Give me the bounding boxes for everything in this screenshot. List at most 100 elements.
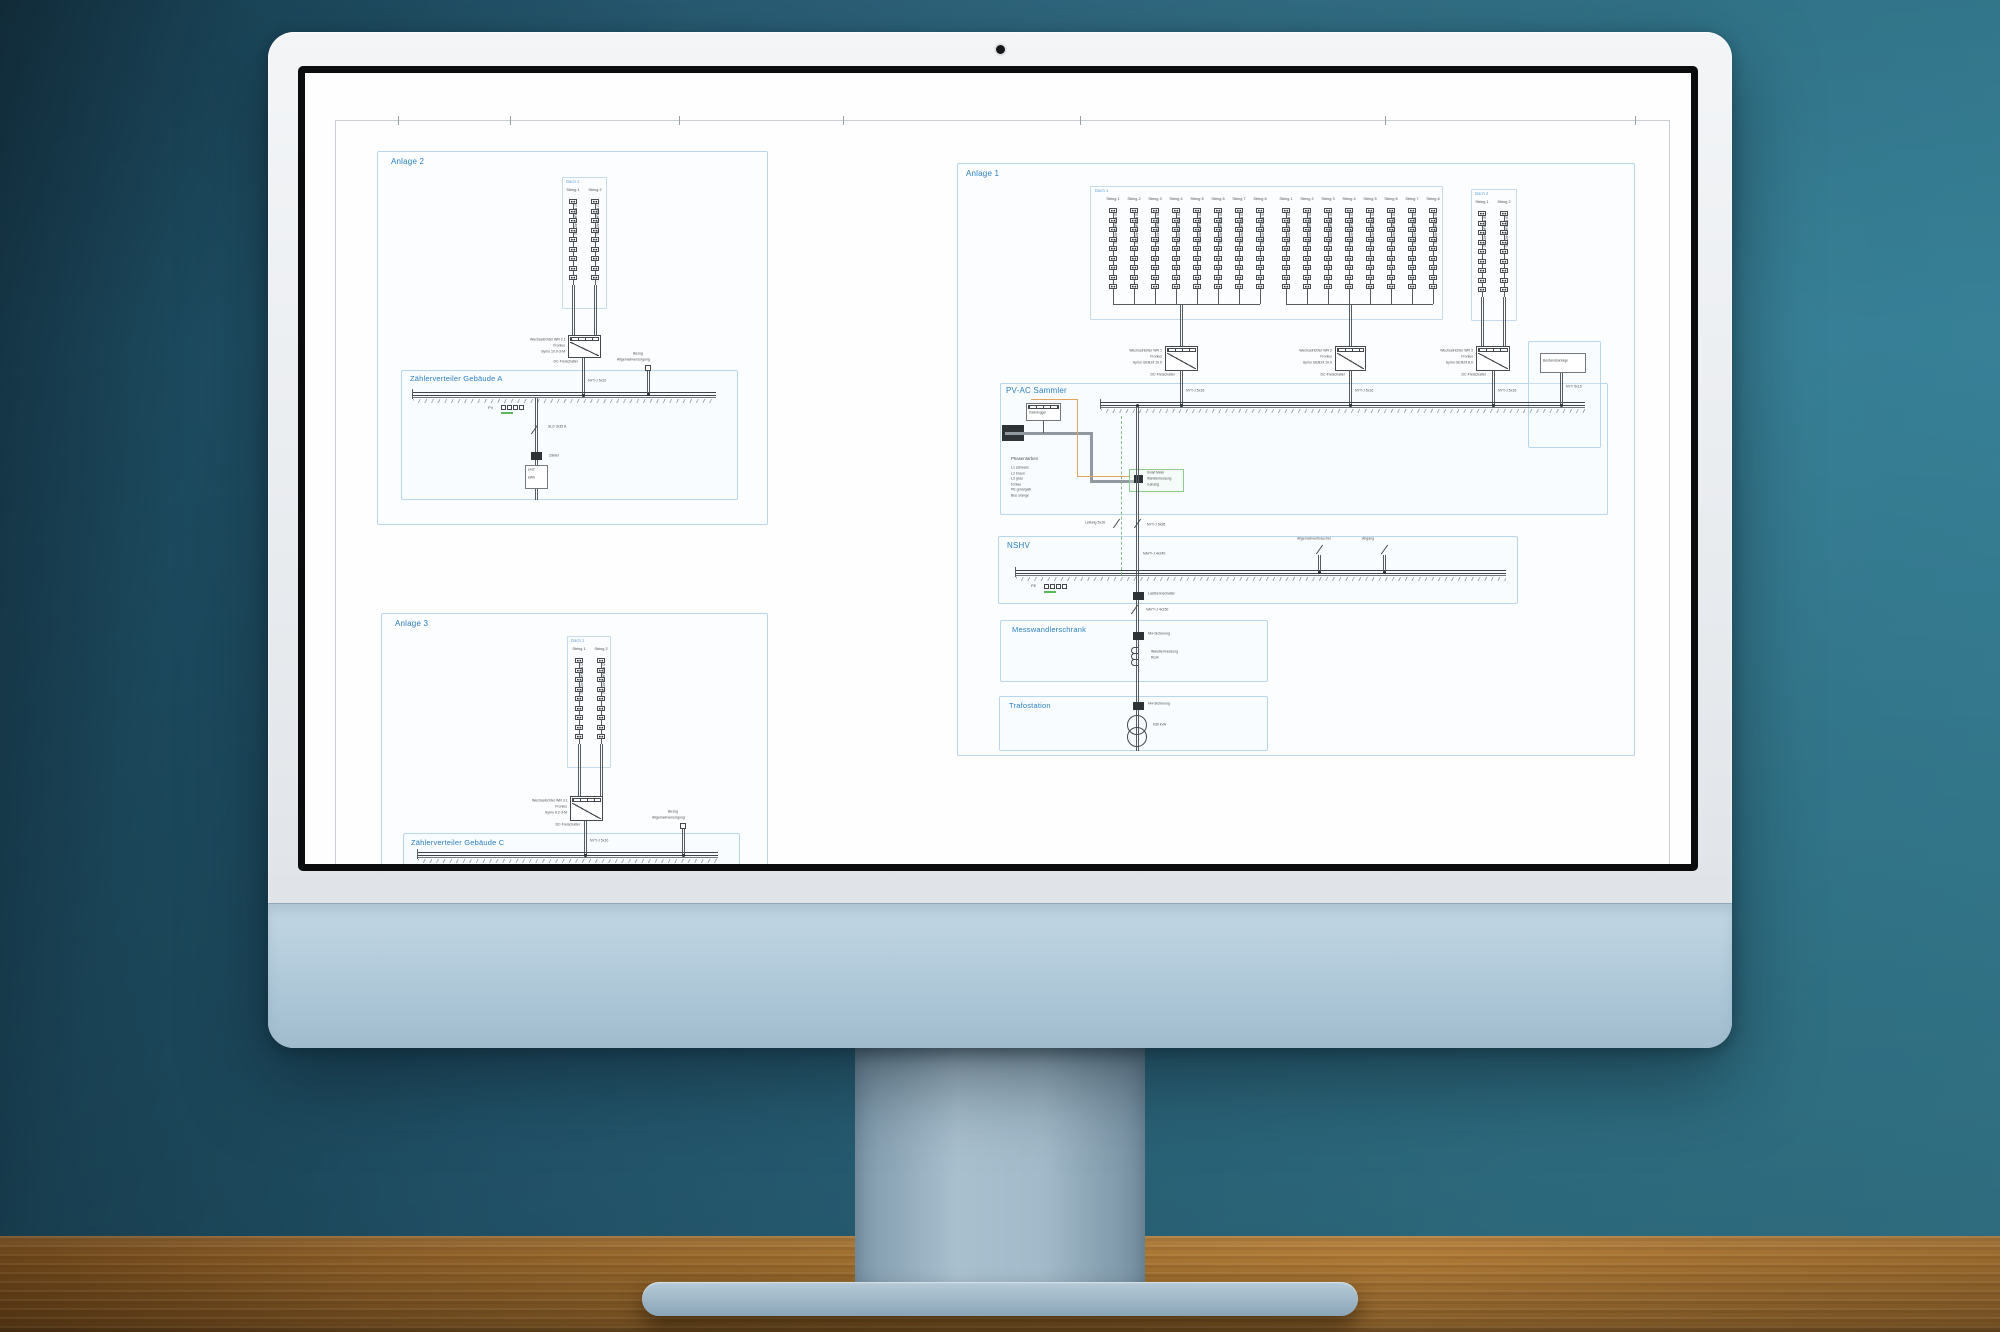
nshv-title: NSHV	[1007, 541, 1030, 550]
nh-fuse-icon[interactable]	[1133, 632, 1144, 640]
inverter-label: Wechselrichter WR 1	[1127, 349, 1162, 353]
pv-module-icon	[1345, 275, 1353, 280]
pv-terminal-label: PV	[488, 406, 493, 411]
pv-module-icon	[1282, 256, 1290, 261]
pv-module-icon	[1366, 284, 1374, 289]
module-note: 20 Module à 405 Wp	[1328, 212, 1332, 244]
dc-main-cable	[1349, 304, 1352, 346]
string-label: String 1	[1279, 197, 1292, 202]
pv-module-icon	[575, 734, 583, 739]
module-note: 20 Module à 405 Wp	[1433, 212, 1437, 244]
module-note: 20 Module à 405 Wp	[1155, 212, 1159, 244]
pv-module-icon	[1345, 265, 1353, 270]
string-dc-cable	[600, 744, 603, 796]
pv-module-icon	[1235, 265, 1243, 270]
junction-dot	[1180, 404, 1183, 407]
pv-module-icon	[1193, 265, 1201, 270]
pv-module-icon	[1256, 256, 1264, 261]
pv-module-icon	[1478, 268, 1486, 273]
busbar-end-tick	[417, 849, 418, 859]
junction-dot	[582, 394, 585, 397]
terminal-square	[1062, 584, 1067, 589]
cable-label: NYY 5x16	[1566, 385, 1582, 389]
pv-module-icon	[1303, 275, 1311, 280]
busbar-end-tick	[1015, 567, 1016, 577]
pv-module-icon	[575, 706, 583, 711]
zv-gebaeude-a-box[interactable]	[401, 370, 738, 500]
string-drop	[1391, 294, 1392, 304]
pv-module-icon	[1256, 275, 1264, 280]
pv-module-icon	[1387, 246, 1395, 251]
feeder-label: Abgang	[1362, 537, 1374, 541]
screen-bezel: Anlage 2 Anlage 3 Anlage 1 Zählerverteil…	[298, 66, 1698, 871]
inverter-label: Wechselrichter WR 3	[1438, 349, 1473, 353]
inverter-label: Fronius	[1127, 355, 1162, 359]
ac-cable	[1349, 371, 1352, 405]
pv-module-icon	[1172, 265, 1180, 270]
pv-module-icon	[1345, 256, 1353, 261]
pv-module-icon	[1429, 265, 1437, 270]
string-label: String 4	[1169, 197, 1182, 202]
terminal-square	[507, 405, 512, 410]
ac-cable	[1180, 371, 1183, 405]
anlage1-strings-box-2[interactable]	[1471, 189, 1517, 321]
cable-label: NAYY-J 4x150	[1146, 608, 1168, 612]
panel-title: Dach 2	[1475, 192, 1488, 197]
pv-module-icon	[1130, 265, 1138, 270]
feed-label: Bezug	[617, 352, 643, 356]
pv-module-icon	[1109, 284, 1117, 289]
inverter-acdc-diagonal	[1167, 353, 1196, 369]
pv-module-icon	[1324, 246, 1332, 251]
string-label: String 2	[588, 188, 601, 193]
terminal-square	[501, 405, 506, 410]
pv-module-icon	[597, 696, 605, 701]
string-label: String 6	[1211, 197, 1224, 202]
smart-meter-note: Smart Meter	[1147, 471, 1164, 475]
string-label: String 1	[1106, 197, 1119, 202]
string-label: String 3	[1148, 197, 1161, 202]
pv-module-icon	[1214, 284, 1222, 289]
anlage2-strings-box[interactable]	[562, 177, 607, 309]
pv-module-icon	[591, 256, 599, 261]
main-riser	[1136, 405, 1139, 751]
pv-module-icon	[1303, 246, 1311, 251]
feed-cable	[682, 829, 685, 855]
string-dc-cable	[572, 285, 575, 335]
ac-cable	[584, 821, 587, 855]
junction-dot	[1318, 571, 1321, 574]
hh-fuse-icon[interactable]	[1133, 702, 1144, 710]
pv-module-icon	[1429, 256, 1437, 261]
ac-cable	[1492, 371, 1495, 405]
lasttrennschalter-icon[interactable]	[1133, 592, 1144, 600]
pv-module-icon	[1408, 275, 1416, 280]
string-drop	[1307, 294, 1308, 304]
string-drop	[1433, 294, 1434, 304]
pv-module-icon	[1366, 265, 1374, 270]
pv-module-icon	[1478, 278, 1486, 283]
inverter-dc-label: DC-Freischalter	[1321, 373, 1344, 377]
string-drop	[1412, 294, 1413, 304]
meter-icon[interactable]	[531, 452, 542, 460]
module-note: 20 Module à 405 Wp	[1239, 212, 1243, 244]
phase-legend-item: L2 braun	[1011, 472, 1025, 476]
module-note: 20 Module à 405 Wp	[1307, 212, 1311, 244]
anlage3-strings-box[interactable]	[567, 636, 611, 768]
anlage1-title: Anlage 1	[966, 169, 999, 178]
inverter-dc-terminals	[1167, 348, 1196, 352]
pv-module-icon	[569, 247, 577, 252]
pv-module-icon	[597, 715, 605, 720]
inverter-dc-label: DC-Freischalter	[556, 823, 579, 827]
string-label: String 1	[1475, 200, 1488, 205]
lasttrennschalter-label: Lasttrennschalter	[1148, 592, 1175, 596]
transformer-circle[interactable]	[1127, 727, 1147, 747]
inverter-dc-label: DC-Freischalter	[1151, 373, 1174, 377]
pv-module-icon	[1235, 275, 1243, 280]
pv-module-icon	[575, 696, 583, 701]
phase-legend-item: L1 schwarz	[1011, 466, 1029, 470]
busbar-hatch	[1016, 577, 1506, 581]
sheet-grid-tick	[398, 116, 399, 125]
inverter-dc-terminals	[1337, 348, 1364, 352]
string-dc-cable	[578, 744, 581, 796]
pv-module-icon	[597, 706, 605, 711]
inverter-label: Fronius	[1438, 355, 1473, 359]
